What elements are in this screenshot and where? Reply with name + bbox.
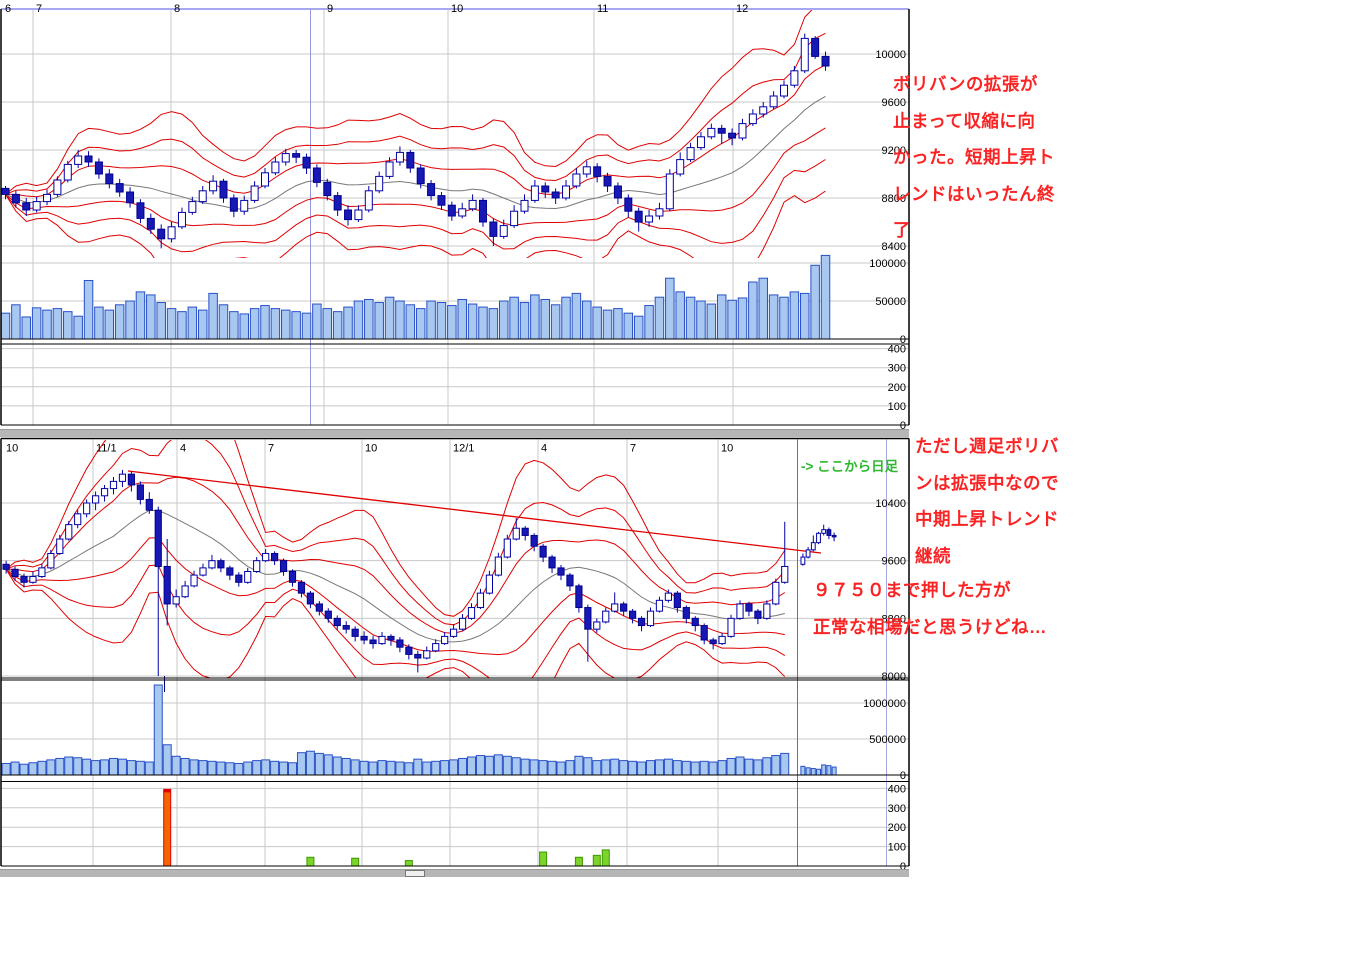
note-line: 継続 (915, 538, 1059, 575)
svg-text:300: 300 (888, 363, 906, 375)
svg-text:8000: 8000 (882, 671, 906, 683)
note-line: 中期上昇トレンド (915, 501, 1059, 538)
svg-text:10: 10 (6, 443, 18, 455)
note-line: レンドはいったん終 (893, 176, 1055, 213)
svg-text:50000: 50000 (875, 296, 906, 308)
svg-text:9600: 9600 (882, 556, 906, 568)
daily-volume-bars (801, 765, 836, 775)
chart-workspace: 6789101112100009600920088008400100000500… (0, 0, 1366, 972)
svg-text:4: 4 (180, 443, 186, 455)
svg-text:400: 400 (888, 783, 906, 795)
weekly-chart-scrollbar[interactable] (0, 869, 909, 877)
note-line: 止まって収縮に向 (893, 103, 1055, 140)
note-line: かった。短期上昇ト (893, 139, 1055, 176)
volume-bars (1, 255, 830, 339)
svg-text:10: 10 (365, 443, 377, 455)
bollinger-bands (6, 387, 785, 736)
svg-text:11: 11 (597, 3, 608, 15)
scrollbar-thumb[interactable] (405, 870, 425, 877)
volume-bars (2, 685, 789, 775)
daily-candles (801, 525, 836, 566)
note-line: ボリバンの拡張が (893, 66, 1055, 103)
svg-text:7: 7 (36, 3, 42, 15)
charts-canvas: 6789101112100009600920088008400100000500… (0, 0, 1366, 972)
svg-text:6: 6 (5, 3, 11, 15)
svg-text:100: 100 (888, 401, 906, 413)
svg-text:100000: 100000 (869, 258, 906, 270)
weekly-chart-note: ただし週足ボリバ ンは拡張中なので 中期上昇トレンド 継続 (915, 428, 1059, 574)
svg-text:400: 400 (888, 344, 906, 356)
svg-text:200: 200 (888, 382, 906, 394)
top-chart-note: ボリバンの拡張が 止まって収縮に向 かった。短期上昇ト レンドはいったん終 了 (893, 66, 1055, 249)
svg-text:12/1: 12/1 (453, 443, 474, 455)
daily-chart: 6789101112100009600920088008400100000500… (1, 2, 909, 432)
svg-text:10000: 10000 (875, 49, 906, 61)
svg-text:4: 4 (541, 443, 547, 455)
note-line: ただし週足ボリバ (915, 428, 1059, 465)
svg-text:0: 0 (900, 770, 906, 782)
svg-text:100: 100 (888, 842, 906, 854)
svg-text:7: 7 (630, 443, 636, 455)
push-level-note: ９７５０まで押した方が 正常な相場だと思うけどね… (813, 572, 1047, 645)
daily-start-text: -> ここから日足 (801, 459, 898, 474)
down-trendline (128, 471, 821, 553)
svg-text:10: 10 (721, 443, 733, 455)
daily-start-label: -> ここから日足 (801, 455, 898, 475)
note-line: 正常な相場だと思うけどね… (813, 609, 1047, 646)
svg-text:300: 300 (888, 803, 906, 815)
note-line: 了 (893, 212, 1055, 249)
svg-text:9: 9 (327, 3, 333, 15)
note-line: ９７５０まで押した方が (813, 572, 1047, 609)
svg-text:11/1: 11/1 (96, 443, 117, 455)
candles (2, 34, 829, 249)
svg-text:12: 12 (736, 3, 748, 15)
svg-text:8: 8 (174, 3, 180, 15)
note-line: ンは拡張中なので (915, 465, 1059, 502)
weekly-chart: 1011/1471012/147101040096008800800010000… (1, 387, 909, 873)
svg-text:10400: 10400 (875, 498, 906, 510)
svg-text:10: 10 (451, 3, 463, 15)
svg-text:1000000: 1000000 (863, 698, 906, 710)
daily-chart-scrollbar[interactable] (0, 429, 909, 437)
svg-text:200: 200 (888, 822, 906, 834)
svg-text:7: 7 (268, 443, 274, 455)
svg-text:500000: 500000 (869, 734, 906, 746)
candles (3, 470, 788, 676)
